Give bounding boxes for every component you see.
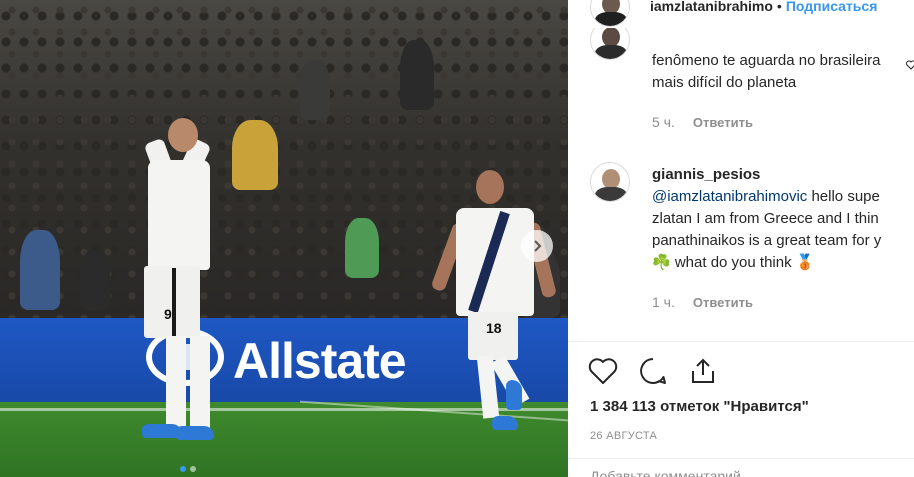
reply-button[interactable]: Ответить [693,295,753,310]
player-shoe [176,426,214,440]
avatar[interactable] [590,28,630,60]
comment-text: ☘️ what do you think 🥉 [652,254,815,271]
avatar[interactable] [590,162,630,202]
crowd-fan [232,120,278,190]
avatar-face [602,169,620,189]
crowd-fan [300,60,330,120]
comment-author: giannis_pesios [652,164,760,186]
carousel-dot [180,466,186,472]
post-header: iamzlatanibrahimo • Подписаться [568,0,914,28]
player-shoe [506,380,522,410]
header-separator: • [776,0,782,14]
share-upload-icon [692,358,714,383]
author-username[interactable]: iamzlatanibrahimo [650,0,773,14]
divider [568,341,914,342]
post-photo[interactable]: Allstate 9 18 [0,0,568,477]
comment-button[interactable] [636,354,670,388]
player-head [476,170,504,204]
comment-text: mais difícil do planeta [652,74,797,91]
carousel-dot [190,466,196,472]
mention-link[interactable]: @iamzlatanibrahimovic [652,188,807,205]
avatar-body [595,45,627,59]
share-button[interactable] [686,354,720,388]
reply-button[interactable]: Ответить [693,115,753,130]
comment-username[interactable]: giannis_pesios [652,166,760,183]
post-actions [586,354,720,388]
player-number: 18 [486,320,502,336]
author-avatar[interactable] [590,0,630,27]
crowd-fan [20,230,60,310]
crowd-fan [400,40,434,110]
comment-text: zlatan I am from Greece and I thin [652,210,879,227]
comment-text: fenômeno te aguarda no brasileira [652,52,881,69]
avatar-body [595,187,627,201]
player-number: 9 [164,306,172,322]
crowd-fan [345,218,379,278]
comment-time[interactable]: 5 ч. [652,114,675,130]
comment-meta: 1 ч. Ответить [652,294,753,310]
comment-meta: 5 ч. Ответить [652,114,753,130]
next-slide-button[interactable] [521,230,553,262]
player-leg [166,336,186,428]
ad-board-text: Allstate [233,333,407,389]
player-leg [190,336,210,428]
heart-outline-icon [588,358,618,384]
player-shoe [492,416,518,430]
comment-text: @iamzlatanibrahimovic hello supe [652,186,880,208]
comment-text: panathinaikos is a great team for y [652,232,882,249]
divider [568,458,914,459]
post-side-panel: fenômeno te aguarda no brasileira mais d… [568,0,914,477]
comment-bubble-icon [640,358,666,384]
shorts-stripe [172,268,176,336]
comments-list[interactable]: fenômeno te aguarda no brasileira mais d… [568,28,914,343]
post-date[interactable]: 26 АВГУСТА [590,430,657,442]
crowd-fan [80,250,110,310]
add-comment-input[interactable]: Добавьте комментарий... [590,468,752,477]
player-right: 18 [430,170,558,440]
player-jersey [148,160,210,270]
like-count[interactable]: 1 384 113 отметок "Нравится" [590,398,809,415]
comment-text-fragment: hello supe [811,188,880,205]
carousel-indicator [180,466,196,472]
follow-button[interactable]: Подписаться [786,0,878,14]
like-button[interactable] [586,354,620,388]
comment-time[interactable]: 1 ч. [652,294,675,310]
avatar-body [595,12,627,26]
comment-like-icon[interactable] [906,60,914,70]
player-left: 9 [140,118,220,448]
chevron-right-icon [534,240,542,252]
player-head [168,118,198,152]
